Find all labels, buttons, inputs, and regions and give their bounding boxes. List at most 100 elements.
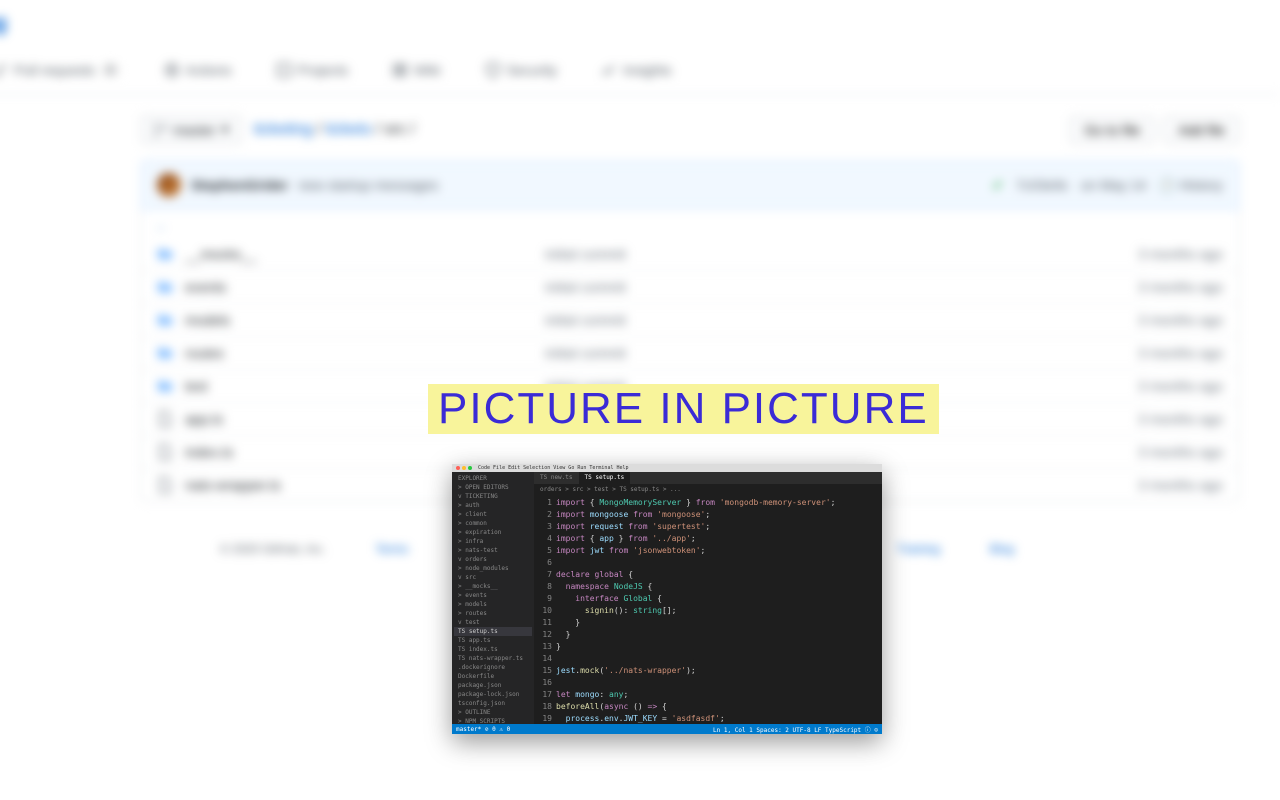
- explorer-item[interactable]: .dockerignore: [454, 663, 532, 672]
- file-name[interactable]: index.ts: [185, 444, 545, 460]
- explorer-item[interactable]: v TICKETING: [454, 492, 532, 501]
- code-line[interactable]: namespace NodeJS {: [556, 581, 882, 593]
- file-list: ..__mocks__initial commit3 months agoeve…: [140, 210, 1240, 502]
- code-line[interactable]: import request from 'supertest';: [556, 521, 882, 533]
- pip-tab-active[interactable]: TS setup.ts: [579, 472, 631, 484]
- pip-status-bar[interactable]: master* ⊘ 0 ⚠ 0 Ln 1, Col 1 Spaces: 2 UT…: [452, 724, 882, 734]
- close-icon[interactable]: [456, 466, 460, 470]
- file-commit-msg[interactable]: initial commit: [545, 279, 1138, 295]
- breadcrumb-link[interactable]: tickets: [326, 121, 371, 138]
- file-row[interactable]: routesinitial commit3 months ago: [141, 337, 1239, 370]
- go-to-file-button[interactable]: Go to file: [1069, 116, 1155, 144]
- pip-window[interactable]: Code File Edit Selection View Go Run Ter…: [452, 464, 882, 734]
- pip-titlebar[interactable]: Code File Edit Selection View Go Run Ter…: [452, 464, 882, 472]
- file-row[interactable]: eventsinitial commit3 months ago: [141, 271, 1239, 304]
- code-line[interactable]: import mongoose from 'mongoose';: [556, 509, 882, 521]
- explorer-item[interactable]: > models: [454, 600, 532, 609]
- explorer-item[interactable]: v src: [454, 573, 532, 582]
- parent-dir-link[interactable]: ..: [141, 210, 1239, 238]
- explorer-item[interactable]: TS setup.ts: [454, 627, 532, 636]
- explorer-item[interactable]: EXPLORER: [454, 474, 532, 483]
- explorer-item[interactable]: > nats-test: [454, 546, 532, 555]
- maximize-icon[interactable]: [468, 466, 472, 470]
- file-commit-msg[interactable]: initial commit: [545, 345, 1138, 361]
- pip-status-right[interactable]: Ln 1, Col 1 Spaces: 2 UTF-8 LF TypeScrip…: [713, 725, 878, 734]
- file-name[interactable]: events: [185, 279, 545, 295]
- explorer-item[interactable]: > client: [454, 510, 532, 519]
- code-line[interactable]: interface Global {: [556, 593, 882, 605]
- pip-breadcrumb[interactable]: orders > src > test > TS setup.ts > ...: [534, 484, 882, 495]
- explorer-item[interactable]: > routes: [454, 609, 532, 618]
- explorer-item[interactable]: TS index.ts: [454, 645, 532, 654]
- code-line[interactable]: let mongo: any;: [556, 689, 882, 701]
- code-line[interactable]: process.env.JWT_KEY = 'asdfasdf';: [556, 713, 882, 724]
- explorer-item[interactable]: v test: [454, 618, 532, 627]
- code-line[interactable]: }: [556, 617, 882, 629]
- file-row[interactable]: modelsinitial commit3 months ago: [141, 304, 1239, 337]
- explorer-item[interactable]: TS nats-wrapper.ts: [454, 654, 532, 663]
- file-name[interactable]: __mocks__: [185, 246, 545, 262]
- explorer-item[interactable]: v orders: [454, 555, 532, 564]
- commit-author[interactable]: StephenGrider: [191, 177, 288, 193]
- code-line[interactable]: import jwt from 'jsonwebtoken';: [556, 545, 882, 557]
- code-line[interactable]: beforeAll(async () => {: [556, 701, 882, 713]
- explorer-item[interactable]: Dockerfile: [454, 672, 532, 681]
- breadcrumb-link[interactable]: ticketing: [254, 121, 313, 138]
- file-time: 3 months ago: [1138, 444, 1223, 460]
- explorer-item[interactable]: tsconfig.json: [454, 699, 532, 708]
- commit-message[interactable]: new startup messages: [298, 177, 438, 193]
- pip-code-editor[interactable]: 12345678910111213141516171819 import { M…: [534, 495, 882, 724]
- tab-projects[interactable]: Projects: [264, 54, 361, 86]
- file-name[interactable]: routes: [185, 345, 545, 361]
- pip-status-left[interactable]: master* ⊘ 0 ⚠ 0: [456, 726, 510, 733]
- footer-link[interactable]: Training: [897, 542, 940, 556]
- pip-menubar[interactable]: Code File Edit Selection View Go Run Ter…: [478, 465, 629, 471]
- file-name[interactable]: models: [185, 312, 545, 328]
- code-line[interactable]: signin(): string[];: [556, 605, 882, 617]
- tab-pull-requests[interactable]: Pull requests 8: [0, 54, 132, 86]
- code-line[interactable]: jest.mock('../nats-wrapper');: [556, 665, 882, 677]
- explorer-item[interactable]: TS app.ts: [454, 636, 532, 645]
- explorer-item[interactable]: > OUTLINE: [454, 708, 532, 717]
- branch-selector[interactable]: master ▾: [140, 115, 242, 144]
- explorer-item[interactable]: > events: [454, 591, 532, 600]
- history-icon[interactable]: 🕑 History: [1158, 177, 1223, 194]
- file-commit-msg[interactable]: initial commit: [545, 312, 1138, 328]
- code-line[interactable]: declare global {: [556, 569, 882, 581]
- tab-wiki[interactable]: Wiki: [380, 54, 452, 86]
- tab-label: Insights: [623, 62, 671, 78]
- tab-insights[interactable]: Insights: [589, 54, 683, 86]
- explorer-item[interactable]: > infra: [454, 537, 532, 546]
- add-file-button[interactable]: Add file: [1163, 116, 1240, 144]
- tab-security[interactable]: Security: [473, 54, 570, 86]
- check-icon[interactable]: ✔: [992, 177, 1004, 194]
- explorer-item[interactable]: > OPEN EDITORS: [454, 483, 532, 492]
- tab-actions[interactable]: Actions: [152, 54, 244, 86]
- explorer-item[interactable]: package-lock.json: [454, 690, 532, 699]
- pip-file-explorer[interactable]: EXPLORER> OPEN EDITORSv TICKETING > auth…: [452, 472, 534, 724]
- code-line[interactable]: [556, 653, 882, 665]
- code-line[interactable]: }: [556, 629, 882, 641]
- commit-hash[interactable]: 7c03e9c: [1016, 177, 1069, 193]
- explorer-item[interactable]: package.json: [454, 681, 532, 690]
- explorer-item[interactable]: > common: [454, 519, 532, 528]
- minimize-icon[interactable]: [462, 466, 466, 470]
- avatar[interactable]: [157, 173, 181, 197]
- file-row[interactable]: __mocks__initial commit3 months ago: [141, 238, 1239, 271]
- explorer-item[interactable]: > node_modules: [454, 564, 532, 573]
- explorer-item[interactable]: > auth: [454, 501, 532, 510]
- footer-link[interactable]: Terms: [376, 542, 409, 556]
- code-line[interactable]: }: [556, 641, 882, 653]
- code-line[interactable]: import { app } from '../app';: [556, 533, 882, 545]
- file-commit-msg[interactable]: initial commit: [545, 246, 1138, 262]
- code-line[interactable]: [556, 677, 882, 689]
- explorer-item[interactable]: > expiration: [454, 528, 532, 537]
- code-line[interactable]: [556, 557, 882, 569]
- explorer-item[interactable]: > NPM SCRIPTS: [454, 717, 532, 724]
- explorer-item[interactable]: > __mocks__: [454, 582, 532, 591]
- pip-tab[interactable]: TS new.ts: [534, 472, 579, 484]
- footer-link[interactable]: Blog: [990, 542, 1014, 556]
- pip-code-lines[interactable]: import { MongoMemoryServer } from 'mongo…: [556, 495, 882, 724]
- file-time: 3 months ago: [1138, 345, 1223, 361]
- code-line[interactable]: import { MongoMemoryServer } from 'mongo…: [556, 497, 882, 509]
